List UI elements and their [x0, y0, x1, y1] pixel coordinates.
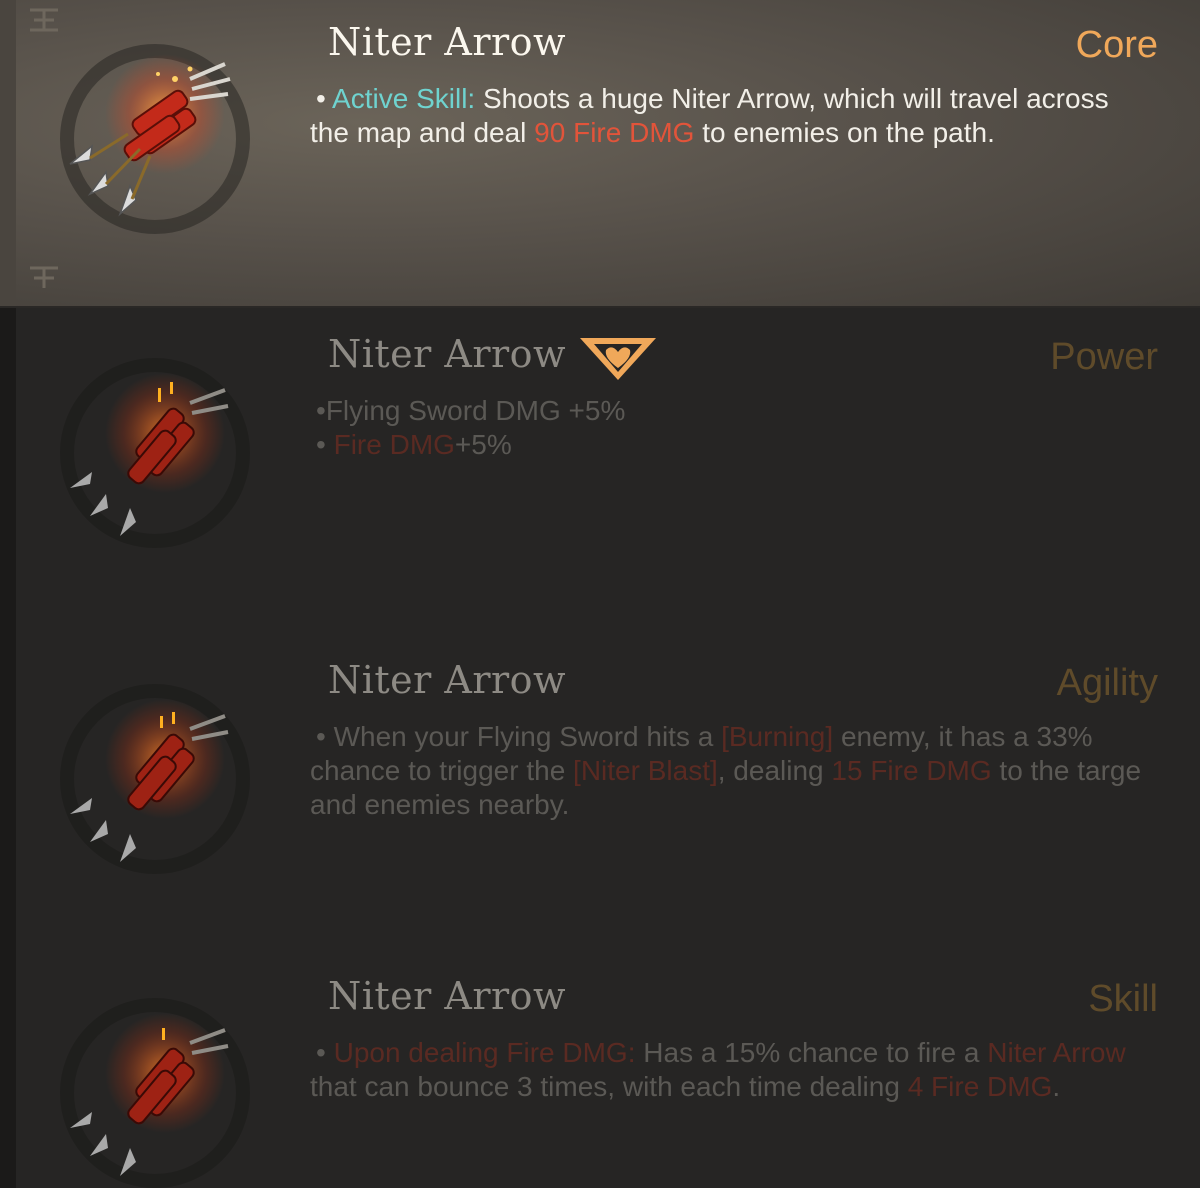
description-text: that can bounce 3 times, with each time …: [310, 1071, 908, 1102]
upgrade-card-agility[interactable]: Niter Arrow Agility • When your Flying S…: [0, 634, 1200, 952]
card-description: •Flying Sword DMG +5% • Fire DMG+5%: [310, 394, 1200, 462]
description-line: chance to trigger the [Niter Blast], dea…: [310, 754, 1200, 788]
rune-mark-icon: [30, 266, 58, 288]
description-text: and enemies nearby.: [310, 789, 570, 820]
description-text: Has a 15% chance to fire a: [635, 1037, 988, 1068]
description-text: , dealing: [717, 755, 832, 786]
card-title: Niter Arrow: [328, 20, 567, 64]
description-line: • Upon dealing Fire DMG: Has a 15% chanc…: [310, 1036, 1200, 1070]
description-text: +5%: [454, 429, 512, 460]
bullet: •: [316, 721, 326, 752]
bullet: •: [316, 1037, 326, 1068]
niter-arrow-icon: [50, 674, 260, 884]
bullet: •: [316, 429, 326, 460]
niter-arrow-icon: [50, 34, 260, 244]
niter-arrow-icon: [50, 988, 260, 1188]
description-text: the map and deal: [310, 117, 535, 148]
card-description: • When your Flying Sword hits a [Burning…: [310, 720, 1200, 822]
card-description: • Upon dealing Fire DMG: Has a 15% chanc…: [310, 1036, 1200, 1104]
description-text: enemy, it has a 33%: [833, 721, 1093, 752]
card-category: Power: [1050, 336, 1158, 378]
effect-keyword: [Niter Blast]: [573, 755, 718, 786]
description-line: • When your Flying Sword hits a [Burning…: [310, 720, 1200, 754]
fire-damage-value: 4 Fire DMG: [907, 1071, 1053, 1102]
description-line: •Flying Sword DMG +5%: [310, 394, 1200, 428]
active-skill-label: Active Skill:: [332, 83, 476, 114]
card-edge: [0, 0, 16, 306]
status-keyword: [Burning]: [721, 721, 834, 752]
card-description: • Active Skill: Shoots a huge Niter Arro…: [310, 82, 1200, 150]
card-category: Skill: [1088, 978, 1158, 1020]
card-category: Core: [1075, 24, 1158, 66]
card-title: Niter Arrow: [328, 332, 567, 376]
card-title: Niter Arrow: [328, 658, 567, 702]
bullet: •: [316, 395, 326, 426]
card-category: Agility: [1056, 662, 1158, 704]
card-edge: [0, 634, 16, 952]
upgrade-card-core[interactable]: Niter Arrow Core • Active Skill: Shoots …: [0, 0, 1200, 308]
description-line: • Active Skill: Shoots a huge Niter Arro…: [310, 82, 1200, 116]
fire-damage-value: Fire DMG: [333, 429, 455, 460]
card-title: Niter Arrow: [328, 974, 567, 1018]
upgrade-card-power[interactable]: Niter Arrow Power •Flying Sword DMG +5% …: [0, 308, 1200, 634]
trigger-keyword: Upon dealing Fire DMG:: [325, 1037, 636, 1068]
description-text: to the targe: [991, 755, 1142, 786]
bullet: •: [316, 83, 326, 114]
description-text: Shoots a huge Niter Arrow, which will tr…: [475, 83, 1109, 114]
description-line: • Fire DMG+5%: [310, 428, 1200, 462]
card-edge: [0, 308, 16, 634]
description-text: When your Flying Sword hits a: [325, 721, 722, 752]
rune-mark-icon: [30, 8, 58, 32]
upgrade-card-skill[interactable]: Niter Arrow Skill • Upon dealing Fire DM…: [0, 952, 1200, 1188]
description-text: to enemies on the path.: [694, 117, 995, 148]
description-line: that can bounce 3 times, with each time …: [310, 1070, 1200, 1104]
skill-keyword: Niter Arrow: [987, 1037, 1126, 1068]
description-text: .: [1052, 1071, 1061, 1102]
description-text: chance to trigger the: [310, 755, 574, 786]
heart-chevron-badge-icon[interactable]: [578, 334, 658, 384]
niter-arrow-icon: [50, 348, 260, 558]
fire-damage-value: 15 Fire DMG: [831, 755, 992, 786]
description-line: the map and deal 90 Fire DMG to enemies …: [310, 116, 1200, 150]
fire-damage-value: 90 Fire DMG: [534, 117, 695, 148]
description-text: Flying Sword DMG +5%: [325, 395, 626, 426]
description-line: and enemies nearby.: [310, 788, 1200, 822]
card-edge: [0, 952, 16, 1188]
